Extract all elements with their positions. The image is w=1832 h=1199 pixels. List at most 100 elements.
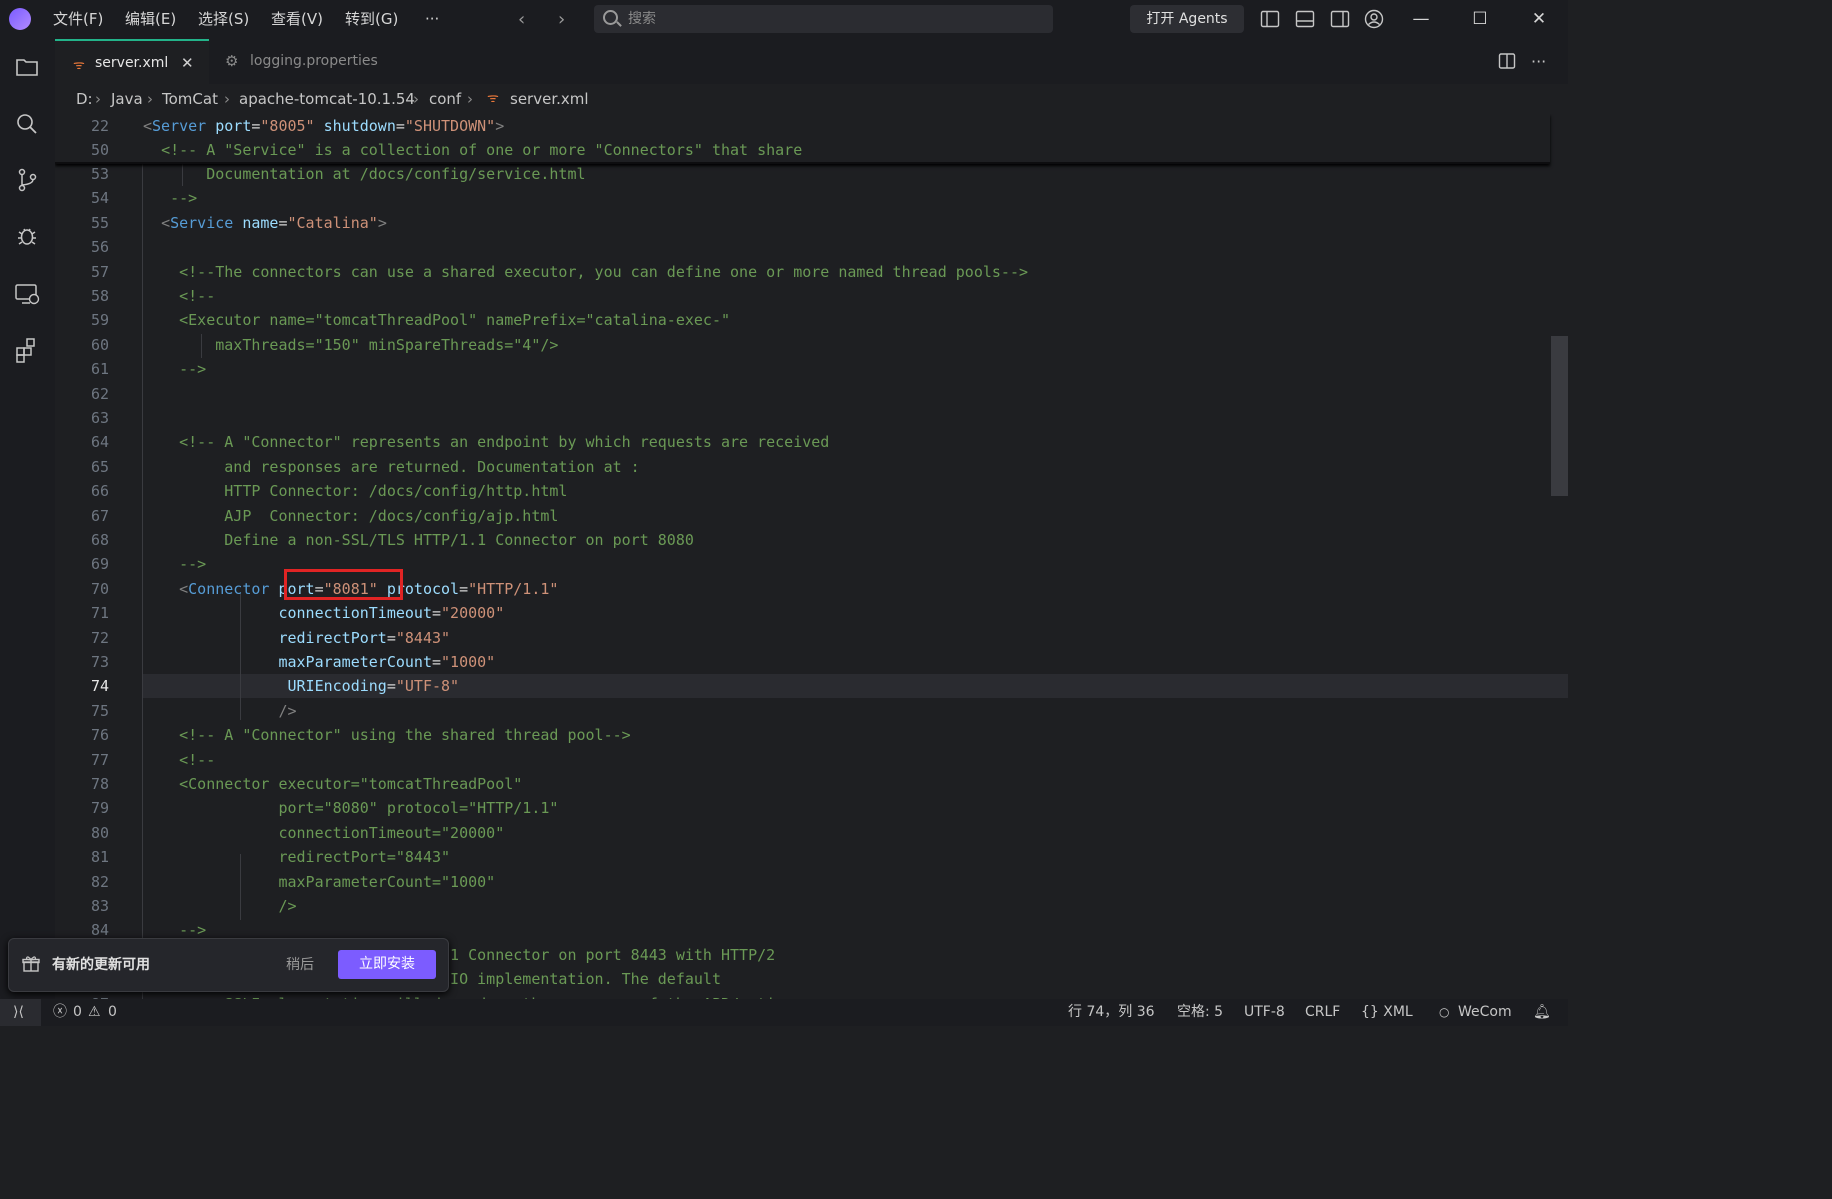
command-search[interactable]: 搜索	[594, 5, 1053, 33]
code-line[interactable]: 76 <!-- A "Connector" using the shared t…	[55, 723, 1568, 747]
code-text: <!--	[179, 750, 216, 769]
run-debug-icon[interactable]	[13, 222, 41, 250]
code-line[interactable]: 61 -->	[55, 357, 1568, 381]
code-line[interactable]: 80 connectionTimeout="20000"	[55, 821, 1568, 845]
line-number: 76	[90, 726, 109, 745]
sticky-scroll-header[interactable]: 22 <Server port="8005" shutdown="SHUTDOWN…	[55, 114, 1550, 164]
code-line[interactable]: 77 <!--	[55, 748, 1568, 772]
menu-selection[interactable]: 选择(S)	[198, 0, 249, 39]
breadcrumb-item[interactable]: server.xml	[510, 84, 589, 114]
notification-message: 有新的更新可用	[52, 957, 150, 973]
account-label[interactable]: WeCom	[1458, 999, 1512, 1026]
code-line[interactable]: 69 -->	[55, 552, 1568, 576]
end-of-line[interactable]: CRLF	[1305, 999, 1340, 1026]
code-line[interactable]: 70 <Connector port="8081" protocol="HTTP…	[55, 577, 1568, 601]
code-line[interactable]: 22 <Server port="8005" shutdown="SHUTDOWN…	[55, 114, 1568, 138]
remote-indicator[interactable]: ⟩⟨	[0, 999, 41, 1026]
code-line[interactable]: 64 <!-- A "Connector" represents an endp…	[55, 430, 1568, 454]
remote-explorer-icon[interactable]	[13, 280, 41, 308]
more-actions-icon[interactable]: ···	[1531, 39, 1546, 84]
close-window-icon[interactable]: ✕	[1516, 0, 1562, 39]
language-mode[interactable]: {} XML	[1361, 999, 1413, 1026]
nav-back-icon[interactable]: ‹	[518, 0, 525, 39]
later-button[interactable]: 稍后	[286, 939, 314, 991]
account-icon[interactable]	[1364, 9, 1384, 29]
code-line[interactable]: 57 <!--The connectors can use a shared e…	[55, 260, 1568, 284]
code-line[interactable]: 83 />	[55, 894, 1568, 918]
line-number: 80	[90, 823, 109, 842]
code-editor[interactable]: 53 Documentation at /docs/config/service…	[55, 114, 1568, 999]
code-line[interactable]: 54 -->	[55, 186, 1568, 210]
close-tab-icon[interactable]: ✕	[181, 41, 194, 86]
line-number: 65	[90, 457, 109, 476]
indentation[interactable]: 空格: 5	[1177, 999, 1223, 1026]
vertical-scrollbar-thumb[interactable]	[1551, 336, 1568, 496]
nav-forward-icon[interactable]: ›	[558, 0, 565, 39]
code-line[interactable]: 87 SSLImplementation will depend on the …	[55, 992, 1568, 999]
code-line[interactable]: 62	[55, 382, 1568, 406]
code-line[interactable]: 81 redirectPort="8443"	[55, 845, 1568, 869]
line-number: 56	[90, 238, 109, 257]
code-line[interactable]: 55 <Service name="Catalina">	[55, 211, 1568, 235]
code-text: and responses are returned. Documentatio…	[143, 457, 640, 476]
tab-logging-properties[interactable]: ⚙ logging.properties	[209, 39, 389, 84]
breadcrumb-item[interactable]: Java	[111, 84, 143, 114]
breadcrumb-item[interactable]: apache-tomcat-10.1.54	[239, 84, 415, 114]
line-number: 54	[90, 189, 109, 208]
toggle-primary-sidebar-icon[interactable]	[1260, 9, 1280, 29]
toggle-panel-icon[interactable]	[1295, 9, 1315, 29]
maximize-icon[interactable]: ☐	[1457, 0, 1503, 39]
warning-icon[interactable]: ⚠	[88, 999, 101, 1026]
cursor-position[interactable]: 行 74，列 36	[1068, 999, 1155, 1026]
split-editor-icon[interactable]	[1498, 52, 1516, 70]
code-line[interactable]: 78 <Connector executor="tomcatThreadPool…	[55, 772, 1568, 796]
code-text: connectionTimeout="20000"	[278, 604, 505, 623]
code-line[interactable]: 63	[55, 406, 1568, 430]
breadcrumb-item[interactable]: TomCat	[162, 84, 218, 114]
tab-server-xml[interactable]: ᯤ server.xml ✕	[55, 39, 209, 84]
notifications-bell-icon[interactable]: 🔔︎	[1533, 999, 1551, 1026]
code-line[interactable]: 74 URIEncoding="UTF-8"	[55, 674, 1568, 698]
code-line[interactable]: 82 maxParameterCount="1000"	[55, 870, 1568, 894]
error-icon[interactable]: ⓧ	[53, 999, 67, 1026]
code-line[interactable]: 58 <!--	[55, 284, 1568, 308]
minimize-icon[interactable]: —	[1398, 0, 1444, 39]
code-text: port="8080" protocol="HTTP/1.1"	[143, 799, 559, 818]
encoding[interactable]: UTF-8	[1244, 999, 1285, 1026]
code-line[interactable]: 71 connectionTimeout="20000"	[55, 601, 1568, 625]
install-now-button[interactable]: 立即安装	[338, 950, 436, 979]
menu-view[interactable]: 查看(V)	[271, 0, 323, 39]
code-text: <!-- A "Service" is a collection of one …	[161, 141, 803, 159]
annotation-highlight-box	[284, 569, 403, 600]
code-line[interactable]: 60 maxThreads="150" minSpareThreads="4"/…	[55, 333, 1568, 357]
source-control-icon[interactable]	[13, 166, 41, 194]
error-count[interactable]: 0	[73, 999, 82, 1026]
code-line[interactable]: 73 maxParameterCount="1000"	[55, 650, 1568, 674]
menu-go[interactable]: 转到(G)	[345, 0, 398, 39]
code-line[interactable]: 53 Documentation at /docs/config/service…	[55, 162, 1568, 186]
menu-file[interactable]: 文件(F)	[53, 0, 103, 39]
menu-more[interactable]: ···	[425, 0, 439, 39]
code-line[interactable]: 56	[55, 235, 1568, 259]
open-agents-button[interactable]: 打开 Agents	[1130, 5, 1244, 33]
code-line[interactable]: 79 port="8080" protocol="HTTP/1.1"	[55, 796, 1568, 820]
menu-edit[interactable]: 编辑(E)	[125, 0, 176, 39]
code-line[interactable]: 50 <!-- A "Service" is a collection of o…	[55, 138, 1568, 162]
line-number: 75	[90, 701, 109, 720]
toggle-secondary-sidebar-icon[interactable]	[1330, 9, 1350, 29]
code-line[interactable]: 66 HTTP Connector: /docs/config/http.htm…	[55, 479, 1568, 503]
breadcrumb-item[interactable]: D:	[76, 84, 93, 114]
code-line[interactable]: 72 redirectPort="8443"	[55, 626, 1568, 650]
extensions-icon[interactable]	[13, 336, 41, 364]
breadcrumb-item[interactable]: conf	[429, 84, 461, 114]
code-line[interactable]: 59 <Executor name="tomcatThreadPool" nam…	[55, 308, 1568, 332]
warning-count[interactable]: 0	[108, 999, 117, 1026]
explorer-icon[interactable]	[13, 53, 41, 81]
code-line[interactable]: 65 and responses are returned. Documenta…	[55, 455, 1568, 479]
code-text: Define a non-SSL/TLS HTTP/1.1 Connector …	[143, 531, 694, 549]
search-view-icon[interactable]	[13, 110, 41, 138]
code-line[interactable]: 67 AJP Connector: /docs/config/ajp.html	[55, 504, 1568, 528]
code-line[interactable]: 75 />	[55, 699, 1568, 723]
code-line[interactable]: 68 Define a non-SSL/TLS HTTP/1.1 Connect…	[55, 528, 1568, 552]
line-number: 63	[90, 409, 109, 427]
